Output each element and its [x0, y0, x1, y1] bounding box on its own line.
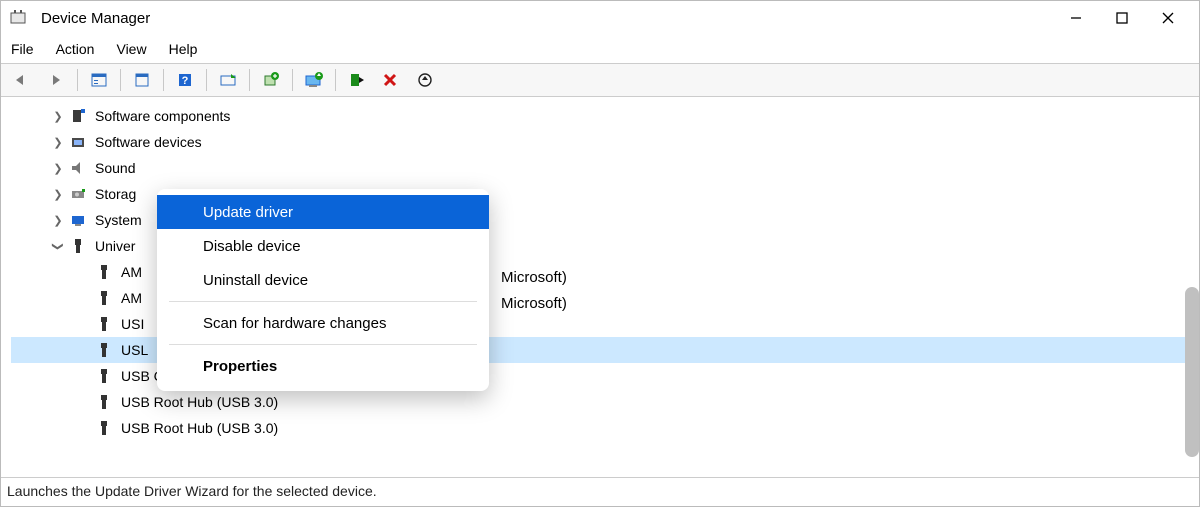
tree-child-label: AM	[119, 263, 144, 281]
expand-icon[interactable]: ❯	[51, 110, 65, 123]
sound-icon	[69, 159, 87, 177]
status-bar: Launches the Update Driver Wizard for th…	[1, 478, 1199, 504]
context-menu-update-driver[interactable]: Update driver	[157, 195, 489, 229]
toolbar-scan-hardware[interactable]	[213, 66, 243, 94]
expand-icon[interactable]: ❯	[51, 136, 65, 149]
toolbar-disable-device[interactable]	[342, 66, 372, 94]
usb-device-icon	[95, 341, 113, 359]
tree-node-label: Storag	[93, 185, 138, 203]
tree-child-label: AM	[119, 289, 144, 307]
menu-file[interactable]: File	[11, 41, 34, 57]
tree-child-usb-root-hub-1[interactable]: USB Root Hub (USB 3.0)	[11, 389, 1189, 415]
svg-text:?: ?	[182, 75, 189, 87]
toolbar-scan-for-changes[interactable]	[410, 66, 440, 94]
titlebar: Device Manager	[1, 1, 1199, 35]
tree-node-label: System	[93, 211, 144, 229]
tree-child-label: USB Root Hub (USB 3.0)	[119, 419, 280, 437]
window-controls	[1053, 2, 1191, 34]
tree-child-label: USB Root Hub (USB 3.0)	[119, 393, 280, 411]
toolbar-back[interactable]	[7, 66, 37, 94]
vertical-scrollbar[interactable]	[1185, 287, 1199, 457]
expand-icon[interactable]: ❯	[51, 214, 65, 227]
tree-child-overflow-1: Microsoft)	[501, 269, 567, 286]
toolbar-add-legacy-hardware[interactable]	[256, 66, 286, 94]
toolbar-separator	[249, 69, 250, 91]
device-manager-window: Device Manager File Action View Help ?	[0, 0, 1200, 507]
toolbar-show-hide-tree[interactable]	[84, 66, 114, 94]
window-title: Device Manager	[41, 10, 1053, 27]
toolbar-help[interactable]: ?	[170, 66, 200, 94]
system-icon	[69, 211, 87, 229]
toolbar-separator	[120, 69, 121, 91]
toolbar-separator	[163, 69, 164, 91]
maximize-button[interactable]	[1099, 2, 1145, 34]
minimize-button[interactable]	[1053, 2, 1099, 34]
menu-help[interactable]: Help	[169, 41, 198, 57]
context-menu-scan-hardware[interactable]: Scan for hardware changes	[157, 306, 489, 340]
usb-device-icon	[95, 393, 113, 411]
context-menu-separator	[169, 344, 477, 345]
toolbar-forward[interactable]	[41, 66, 71, 94]
tree-node-label: Univer	[93, 237, 137, 255]
tree-node-software-devices[interactable]: ❯ Software devices	[11, 129, 1189, 155]
context-menu: Update driver Disable device Uninstall d…	[157, 189, 489, 391]
toolbar-properties[interactable]	[127, 66, 157, 94]
expand-icon[interactable]: ❯	[51, 188, 65, 201]
usb-device-icon	[95, 263, 113, 281]
tree-child-label: USI	[119, 315, 146, 333]
usb-device-icon	[95, 315, 113, 333]
toolbar-separator	[206, 69, 207, 91]
tree-child-usb-root-hub-2[interactable]: USB Root Hub (USB 3.0)	[11, 415, 1189, 441]
menubar: File Action View Help	[1, 35, 1199, 64]
expand-icon[interactable]: ❯	[51, 162, 65, 175]
toolbar-update-driver[interactable]	[299, 66, 329, 94]
usb-controller-icon	[69, 237, 87, 255]
tree-child-label: USL	[119, 341, 150, 359]
tree-node-label: Software components	[93, 107, 232, 125]
menu-view[interactable]: View	[116, 41, 146, 57]
toolbar-uninstall-device[interactable]	[376, 66, 406, 94]
status-text: Launches the Update Driver Wizard for th…	[7, 483, 377, 499]
tree-node-sound[interactable]: ❯ Sound	[11, 155, 1189, 181]
menu-action[interactable]: Action	[56, 41, 95, 57]
context-menu-properties[interactable]: Properties	[157, 349, 489, 383]
toolbar-separator	[335, 69, 336, 91]
tree-node-label: Sound	[93, 159, 137, 177]
usb-device-icon	[95, 367, 113, 385]
toolbar-separator	[77, 69, 78, 91]
usb-device-icon	[95, 289, 113, 307]
context-menu-disable-device[interactable]: Disable device	[157, 229, 489, 263]
usb-device-icon	[95, 419, 113, 437]
collapse-icon[interactable]: ❯	[52, 239, 65, 253]
context-menu-separator	[169, 301, 477, 302]
storage-icon	[69, 185, 87, 203]
tree-child-overflow-2: Microsoft)	[501, 295, 567, 312]
software-devices-icon	[69, 133, 87, 151]
toolbar-separator	[292, 69, 293, 91]
toolbar: ?	[1, 64, 1199, 97]
context-menu-uninstall-device[interactable]: Uninstall device	[157, 263, 489, 297]
close-button[interactable]	[1145, 2, 1191, 34]
tree-node-software-components[interactable]: ❯ Software components	[11, 103, 1189, 129]
software-components-icon	[69, 107, 87, 125]
tree-node-label: Software devices	[93, 133, 204, 151]
app-icon	[9, 9, 27, 27]
